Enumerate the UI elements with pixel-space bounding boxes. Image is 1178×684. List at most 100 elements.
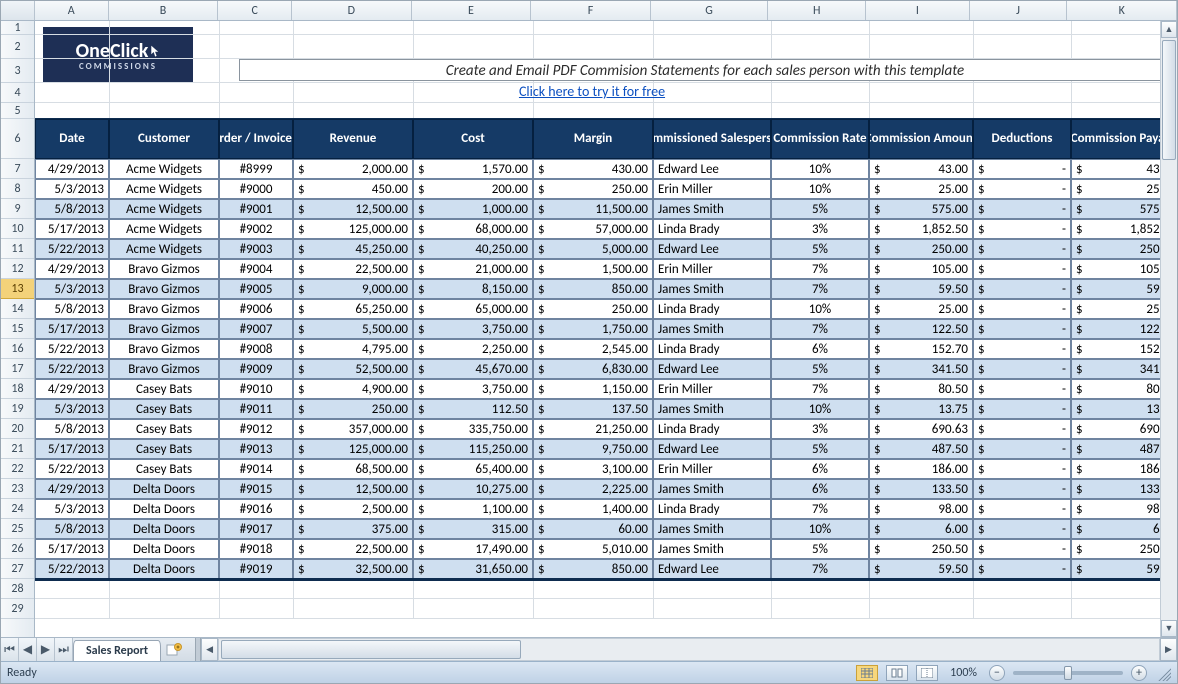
row-header-23[interactable]: 23 — [1, 479, 34, 499]
row-header-8[interactable]: 8 — [1, 179, 34, 199]
table-cell[interactable]: $850.00 — [533, 559, 653, 579]
table-cell[interactable]: $200.00 — [413, 179, 533, 199]
scroll-down-button[interactable]: ▼ — [1161, 620, 1177, 637]
table-cell[interactable]: $- — [973, 239, 1071, 259]
row-header-26[interactable]: 26 — [1, 539, 34, 559]
table-cell[interactable]: 3% — [771, 219, 869, 239]
table-cell[interactable]: 5/17/2013 — [35, 219, 109, 239]
new-sheet-button[interactable] — [161, 638, 187, 661]
tab-nav-last[interactable]: ⏭ — [55, 638, 73, 661]
column-header-J[interactable]: J — [970, 1, 1068, 20]
table-cell[interactable]: $250.00 — [293, 399, 413, 419]
table-cell[interactable]: $9,750.00 — [533, 439, 653, 459]
table-cell[interactable]: $65,400.00 — [413, 459, 533, 479]
table-cell[interactable]: $- — [973, 519, 1071, 539]
hscroll-thumb[interactable] — [221, 640, 521, 659]
tab-nav-next[interactable]: ▶ — [37, 638, 55, 661]
column-header-D[interactable]: D — [292, 1, 412, 20]
table-cell[interactable]: 5% — [771, 539, 869, 559]
vscroll-track[interactable] — [1161, 38, 1177, 620]
table-cell[interactable]: $11,500.00 — [533, 199, 653, 219]
table-cell[interactable]: #9005 — [219, 279, 293, 299]
table-cell[interactable]: $5,010.00 — [533, 539, 653, 559]
column-header-F[interactable]: F — [531, 1, 651, 20]
table-cell[interactable]: 4/29/2013 — [35, 159, 109, 179]
table-cell[interactable]: #9014 — [219, 459, 293, 479]
table-cell[interactable]: Erin Miller — [653, 379, 771, 399]
table-cell[interactable]: $2,225.00 — [533, 479, 653, 499]
view-page-break-button[interactable] — [916, 665, 938, 681]
table-cell[interactable]: 5/17/2013 — [35, 319, 109, 339]
table-cell[interactable]: $137.50 — [533, 399, 653, 419]
vscroll-thumb[interactable] — [1162, 40, 1176, 160]
table-cell[interactable]: $- — [973, 259, 1071, 279]
table-cell[interactable]: $60.00 — [533, 519, 653, 539]
table-cell[interactable]: 5/22/2013 — [35, 339, 109, 359]
table-cell[interactable]: $152.70 — [1071, 339, 1160, 359]
table-cell[interactable]: 4/29/2013 — [35, 379, 109, 399]
table-cell[interactable]: 5% — [771, 359, 869, 379]
table-cell[interactable]: 7% — [771, 559, 869, 579]
table-cell[interactable]: $- — [973, 219, 1071, 239]
table-cell[interactable]: $31,650.00 — [413, 559, 533, 579]
table-cell[interactable]: $21,000.00 — [413, 259, 533, 279]
table-cell[interactable]: $6,830.00 — [533, 359, 653, 379]
table-cell[interactable]: $6.00 — [1071, 519, 1160, 539]
table-cell[interactable]: James Smith — [653, 399, 771, 419]
table-cell[interactable]: Edward Lee — [653, 239, 771, 259]
table-cell[interactable]: #9001 — [219, 199, 293, 219]
zoom-in-button[interactable]: + — [1131, 665, 1147, 681]
table-cell[interactable]: Bravo Gizmos — [109, 339, 219, 359]
table-cell[interactable]: $375.00 — [293, 519, 413, 539]
table-cell[interactable]: James Smith — [653, 199, 771, 219]
table-cell[interactable]: $- — [973, 359, 1071, 379]
table-header-2[interactable]: Order / Invoice # — [219, 119, 293, 159]
table-cell[interactable]: Bravo Gizmos — [109, 279, 219, 299]
row-header-2[interactable]: 2 — [1, 35, 34, 59]
table-cell[interactable]: Edward Lee — [653, 359, 771, 379]
table-cell[interactable]: #9003 — [219, 239, 293, 259]
table-cell[interactable]: Acme Widgets — [109, 179, 219, 199]
table-cell[interactable]: $- — [973, 439, 1071, 459]
table-header-9[interactable]: Deductions — [973, 119, 1071, 159]
table-cell[interactable]: $430.00 — [533, 159, 653, 179]
table-cell[interactable]: Bravo Gizmos — [109, 359, 219, 379]
row-header-12[interactable]: 12 — [1, 259, 34, 279]
table-cell[interactable]: 5/17/2013 — [35, 539, 109, 559]
table-cell[interactable]: $1,500.00 — [533, 259, 653, 279]
table-cell[interactable]: $- — [973, 179, 1071, 199]
table-cell[interactable]: James Smith — [653, 479, 771, 499]
table-cell[interactable]: 6% — [771, 459, 869, 479]
table-cell[interactable]: 7% — [771, 259, 869, 279]
row-header-4[interactable]: 4 — [1, 83, 34, 103]
table-cell[interactable]: Delta Doors — [109, 519, 219, 539]
table-cell[interactable]: $13.75 — [869, 399, 973, 419]
table-cell[interactable]: $- — [973, 539, 1071, 559]
table-cell[interactable]: Erin Miller — [653, 259, 771, 279]
table-cell[interactable]: James Smith — [653, 319, 771, 339]
scroll-right-button[interactable]: ▶ — [1160, 638, 1177, 661]
table-cell[interactable]: Edward Lee — [653, 439, 771, 459]
table-cell[interactable]: Delta Doors — [109, 479, 219, 499]
table-cell[interactable]: $487.50 — [1071, 439, 1160, 459]
table-cell[interactable]: $59.50 — [869, 559, 973, 579]
table-cell[interactable]: Edward Lee — [653, 559, 771, 579]
sheet-tab-sales-report[interactable]: Sales Report — [73, 640, 161, 661]
table-cell[interactable]: #9019 — [219, 559, 293, 579]
table-cell[interactable]: $3,750.00 — [413, 379, 533, 399]
table-cell[interactable]: $105.00 — [869, 259, 973, 279]
table-cell[interactable]: $43.00 — [1071, 159, 1160, 179]
table-cell[interactable]: #9008 — [219, 339, 293, 359]
table-cell[interactable]: $112.50 — [413, 399, 533, 419]
table-cell[interactable]: #9004 — [219, 259, 293, 279]
row-header-21[interactable]: 21 — [1, 439, 34, 459]
table-cell[interactable]: $2,500.00 — [293, 499, 413, 519]
row-header-9[interactable]: 9 — [1, 199, 34, 219]
table-cell[interactable]: #9015 — [219, 479, 293, 499]
select-all-corner[interactable] — [1, 1, 35, 20]
row-header-20[interactable]: 20 — [1, 419, 34, 439]
table-header-6[interactable]: Commissioned Salesperson — [653, 119, 771, 159]
table-cell[interactable]: 5/3/2013 — [35, 279, 109, 299]
table-cell[interactable]: $122.50 — [869, 319, 973, 339]
table-cell[interactable]: Acme Widgets — [109, 239, 219, 259]
